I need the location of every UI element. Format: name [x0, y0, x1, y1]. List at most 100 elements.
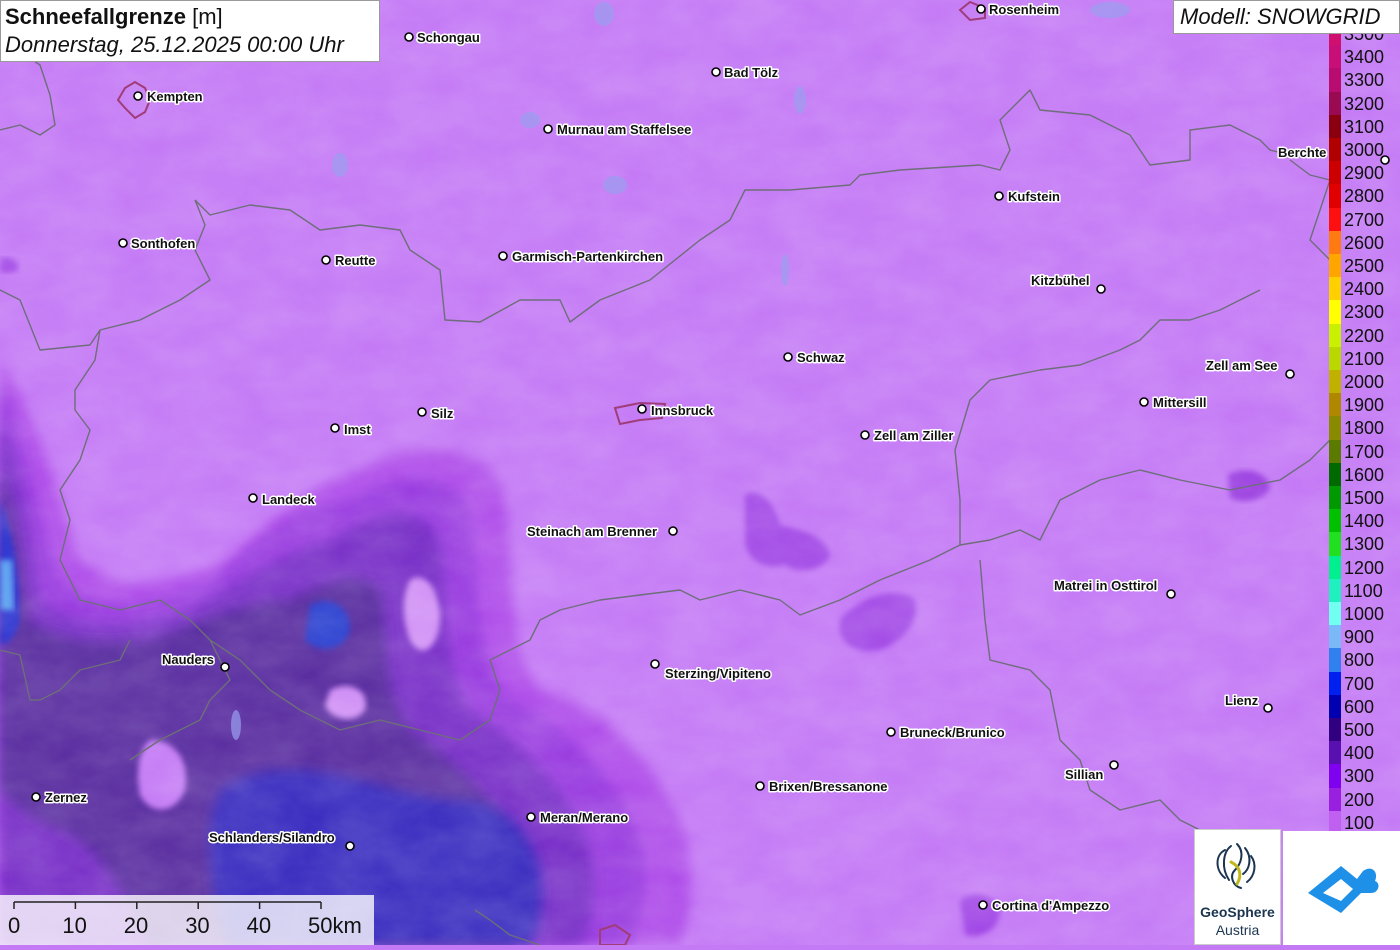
legend-swatch — [1329, 207, 1341, 232]
app-cloud-logo[interactable] — [1283, 831, 1400, 945]
legend-label: 3500 — [1344, 34, 1385, 44]
legend-swatch — [1329, 486, 1341, 511]
map-valid-time: Donnerstag, 25.12.2025 00:00 Uhr — [5, 32, 344, 57]
legend-label: 2000 — [1344, 372, 1385, 392]
legend-label: 2700 — [1344, 209, 1385, 230]
legend-label: 2800 — [1344, 186, 1385, 207]
scale-bar: 0 10 20 30 40 50km — [0, 895, 374, 945]
cloud-arrow-icon — [1308, 866, 1379, 913]
legend-label: 2900 — [1344, 163, 1385, 184]
legend-label: 1600 — [1344, 464, 1385, 485]
svg-text:Meran/Merano: Meran/Merano — [540, 810, 628, 825]
scale-label: 50km — [308, 913, 362, 938]
legend-swatch — [1329, 578, 1341, 603]
legend-swatch — [1329, 648, 1341, 673]
city-brixen[interactable]: Brixen/Bressanone — [755, 778, 889, 796]
legend-row: 1900 — [1329, 393, 1400, 418]
legend-swatch — [1329, 532, 1341, 557]
city-steinach[interactable]: Steinach am Brenner — [526, 523, 678, 541]
legend-row: 3400 — [1329, 45, 1400, 70]
city-murnau[interactable]: Murnau am Staffelsee — [543, 121, 693, 139]
legend-swatch — [1329, 300, 1341, 325]
legend-swatch — [1329, 555, 1341, 580]
legend-swatch — [1329, 764, 1341, 789]
legend-row: 600 — [1329, 694, 1400, 719]
legend-label: 1400 — [1344, 511, 1385, 532]
legend-row: 500 — [1329, 718, 1400, 743]
legend-swatch — [1329, 138, 1341, 163]
legend-label: 300 — [1344, 766, 1375, 787]
legend-swatch — [1329, 370, 1341, 395]
map-canvas[interactable]: Rosenheim Schongau Kempten Bad Tölz Murn… — [0, 0, 1400, 945]
legend-row: 2100 — [1329, 346, 1400, 371]
legend-label: 700 — [1344, 673, 1375, 694]
city-rosenheim[interactable]: Rosenheim — [976, 1, 1061, 19]
legend-row: 2800 — [1329, 184, 1400, 209]
legend-swatch — [1329, 254, 1341, 279]
legend-row: 2500 — [1329, 254, 1400, 279]
svg-text:Garmisch-Partenkirchen: Garmisch-Partenkirchen — [512, 249, 663, 264]
legend-label: 1100 — [1344, 580, 1383, 601]
city-cortina[interactable]: Cortina d'Ampezzo — [978, 897, 1111, 915]
legend-row: 800 — [1329, 648, 1400, 673]
legend-swatch — [1329, 810, 1341, 832]
legend-label: 3300 — [1344, 70, 1385, 91]
legend-swatch — [1329, 602, 1341, 627]
legend-label: 2500 — [1344, 256, 1385, 276]
legend-swatch — [1329, 323, 1341, 348]
legend-swatch — [1329, 184, 1341, 209]
legend-label: 3100 — [1344, 116, 1385, 137]
legend-label: 800 — [1344, 650, 1375, 671]
legend-row: 2200 — [1329, 323, 1400, 348]
svg-text:Imst: Imst — [344, 422, 371, 437]
legend-label: 3000 — [1344, 140, 1385, 160]
svg-text:Lienz: Lienz — [1225, 693, 1259, 708]
svg-text:Zernez: Zernez — [45, 790, 87, 805]
map-title-parameter: Schneefallgrenze — [5, 4, 186, 29]
legend-label: 400 — [1344, 743, 1375, 764]
legend-row: 1100 — [1329, 578, 1400, 603]
legend-label: 1200 — [1344, 557, 1385, 578]
legend-swatch — [1329, 787, 1341, 812]
legend-row: 3300 — [1329, 68, 1400, 93]
svg-text:Matrei in Osttirol: Matrei in Osttirol — [1054, 578, 1157, 593]
legend-row: 2300 — [1329, 300, 1400, 325]
svg-text:Kitzbühel: Kitzbühel — [1031, 273, 1090, 288]
svg-text:Silz: Silz — [431, 406, 454, 421]
city-schongau[interactable]: Schongau — [404, 29, 481, 47]
legend-swatch — [1329, 439, 1341, 464]
city-sonthofen[interactable]: Sonthofen — [118, 235, 197, 253]
legend-swatch — [1329, 416, 1341, 441]
legend-row: 3500 — [1329, 34, 1400, 47]
legend-swatch — [1329, 509, 1341, 534]
legend-swatch — [1329, 114, 1341, 139]
legend-label: 3400 — [1344, 47, 1385, 68]
legend-row: 2400 — [1329, 277, 1400, 302]
city-garmisch[interactable]: Garmisch-Partenkirchen — [498, 248, 665, 266]
city-zell-am-ziller[interactable]: Zell am Ziller — [860, 427, 955, 445]
legend-label: 2200 — [1344, 325, 1385, 346]
color-legend: 3500 3400 3300 3200 3100 3000 2900 2800 2700 2600… — [1329, 34, 1400, 832]
legend-row: 2600 — [1329, 230, 1400, 255]
legend-row: 200 — [1329, 787, 1400, 812]
geosphere-austria-logo[interactable]: GeoSphere Austria — [1194, 829, 1281, 945]
legend-row: 3200 — [1329, 91, 1400, 116]
svg-text:Rosenheim: Rosenheim — [989, 2, 1059, 17]
legend-swatch — [1329, 694, 1341, 719]
svg-text:Bruneck/Brunico: Bruneck/Brunico — [900, 725, 1005, 740]
svg-text:Bad Tölz: Bad Tölz — [724, 65, 779, 80]
svg-text:Zell am Ziller: Zell am Ziller — [874, 428, 953, 443]
svg-text:Kempten: Kempten — [147, 89, 203, 104]
legend-swatch — [1329, 671, 1341, 696]
scale-label: 30 — [185, 913, 210, 938]
legend-label: 200 — [1344, 789, 1375, 810]
city-bruneck[interactable]: Bruneck/Brunico — [886, 724, 1006, 742]
svg-text:Murnau am Staffelsee: Murnau am Staffelsee — [557, 122, 691, 137]
city-meran[interactable]: Meran/Merano — [526, 809, 630, 827]
legend-label: 100 — [1344, 812, 1375, 832]
legend-swatch — [1329, 68, 1341, 93]
scale-label: 20 — [123, 913, 149, 938]
legend-row: 1700 — [1329, 439, 1400, 464]
svg-text:Steinach am Brenner: Steinach am Brenner — [527, 524, 657, 539]
legend-label: 600 — [1344, 696, 1375, 717]
